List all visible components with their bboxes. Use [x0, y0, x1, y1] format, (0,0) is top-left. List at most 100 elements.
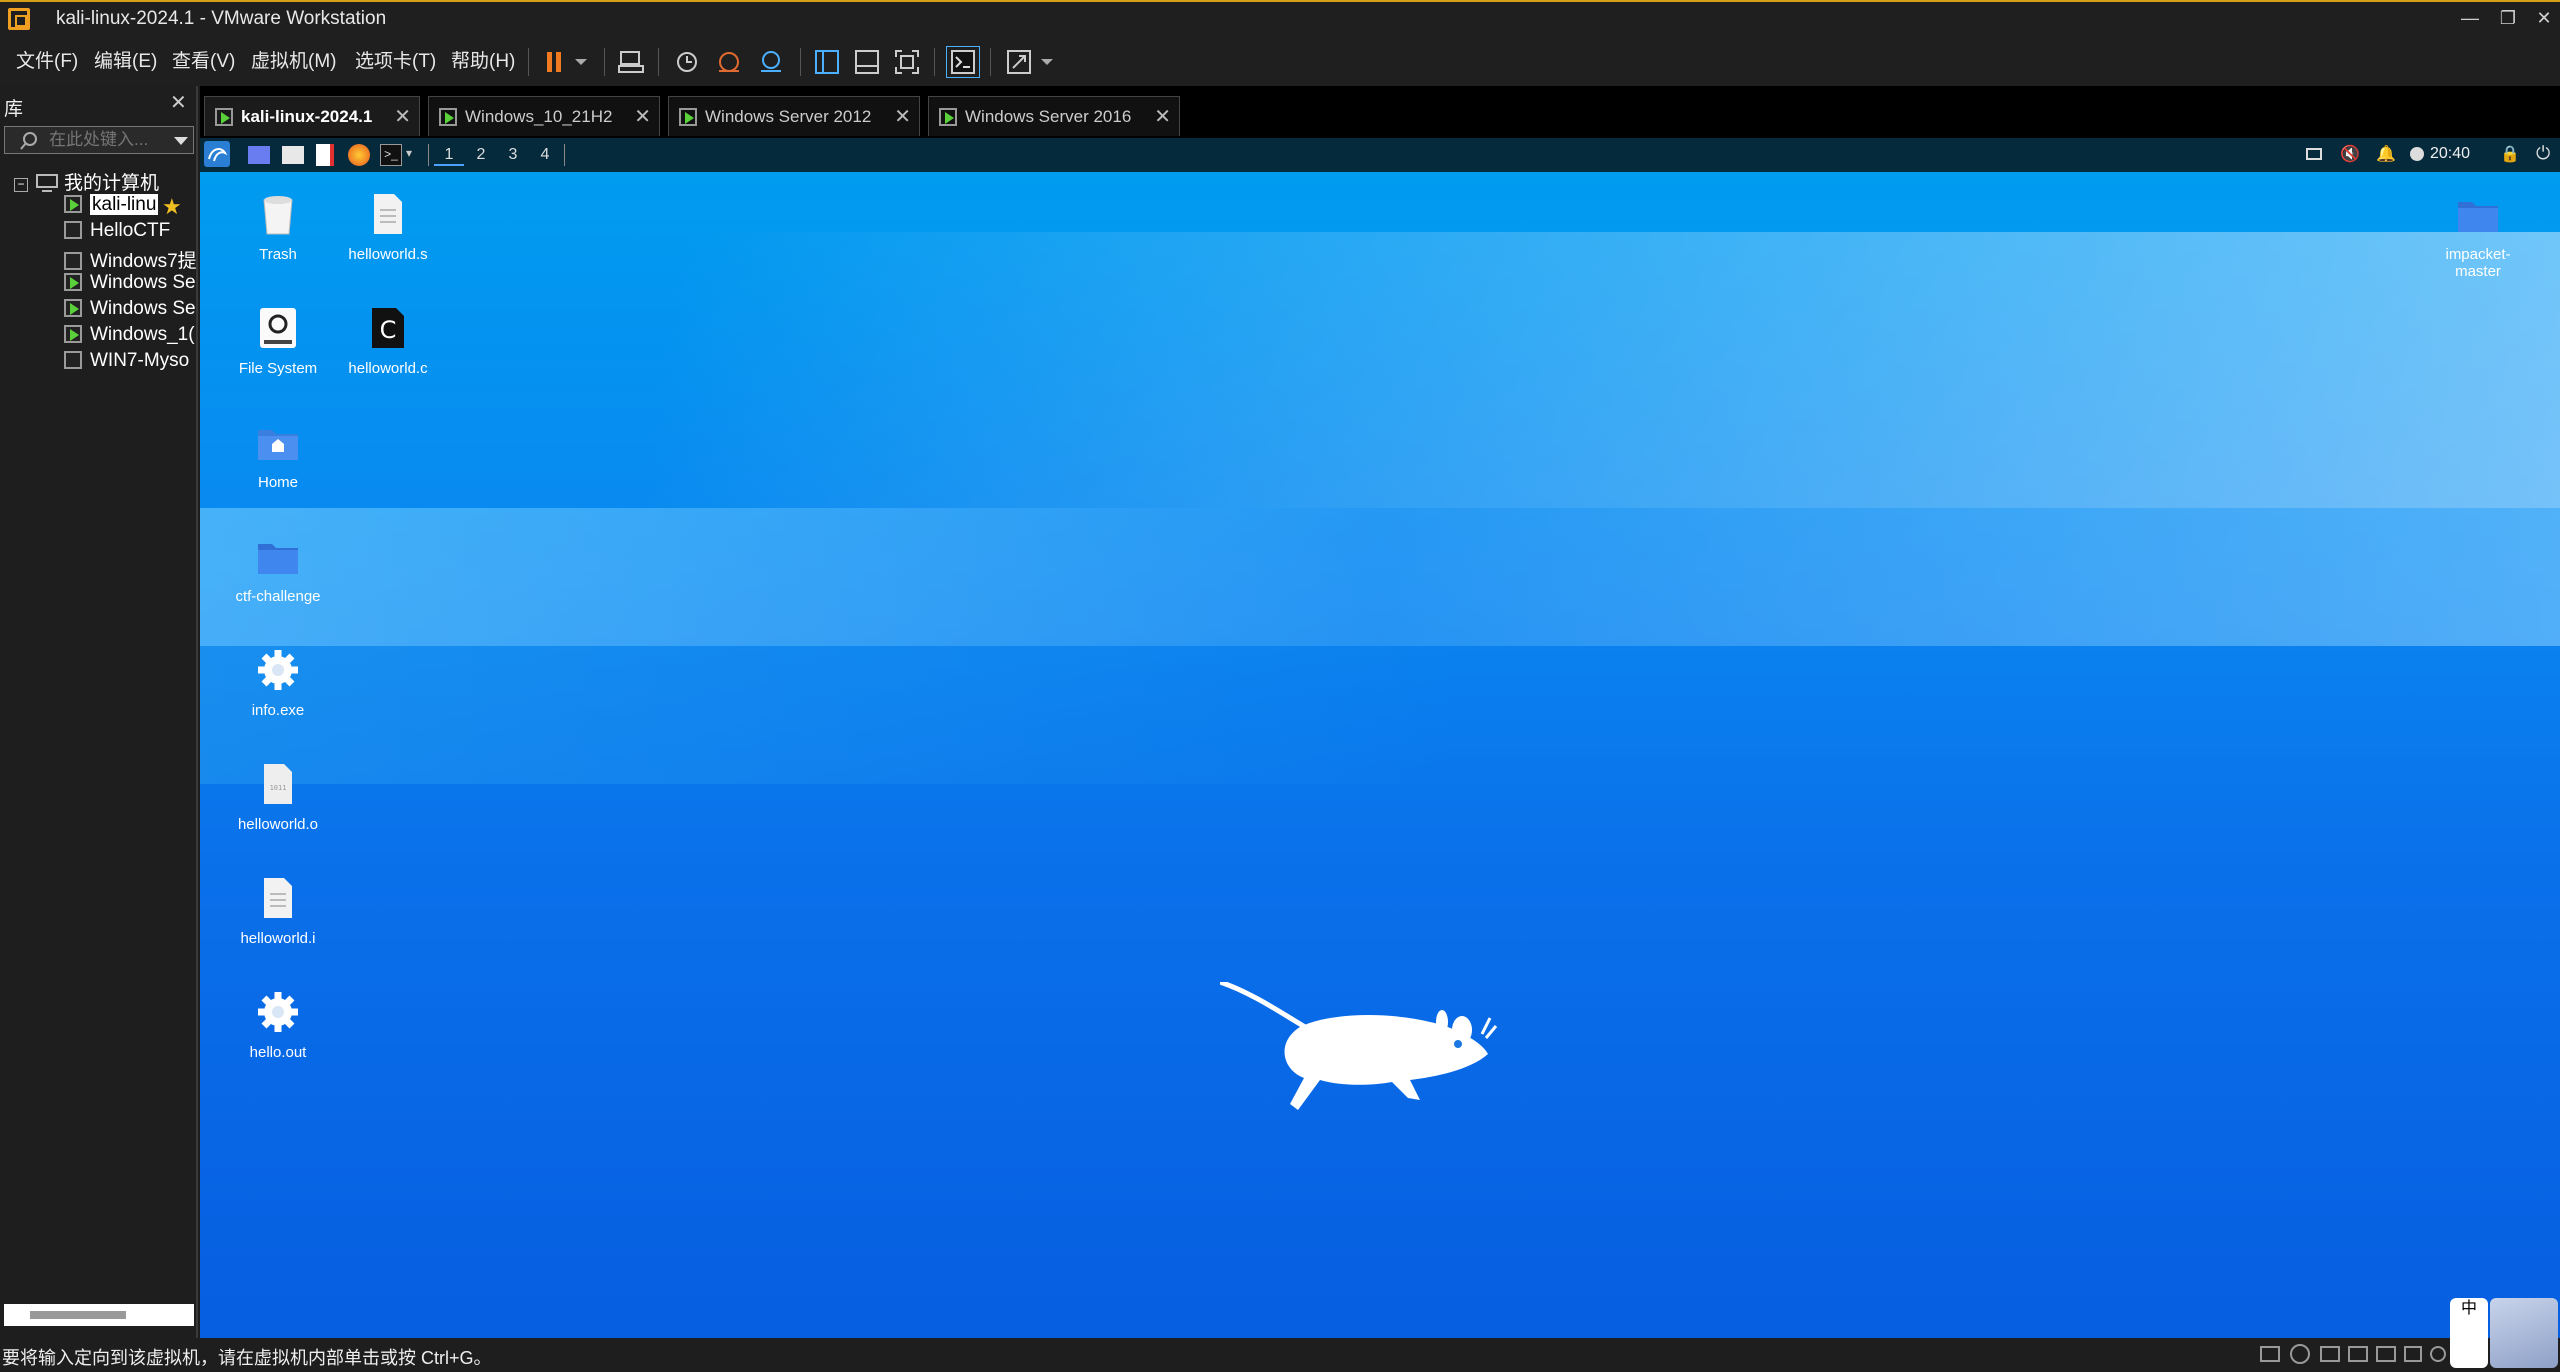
trash-icon — [263, 196, 293, 235]
show-library-button[interactable] — [810, 46, 844, 78]
revert-snapshot-button[interactable] — [712, 46, 746, 78]
tab-close-icon[interactable]: ✕ — [634, 104, 651, 129]
desktop-icon-label: helloworld.i — [240, 930, 316, 947]
display-settings-icon[interactable] — [2430, 1346, 2446, 1362]
xfce-desktop[interactable]: Trash helloworld.s File System C hellowo… — [200, 172, 2560, 1338]
toolbar-separator — [604, 48, 605, 76]
tree-vm-windows7[interactable]: Windows7提 — [64, 246, 198, 272]
desktop-icon-trash[interactable]: Trash — [228, 192, 328, 263]
tree-root-my-computer[interactable]: − 我的计算机 — [14, 168, 198, 194]
snapshot-manager-button[interactable] — [754, 46, 788, 78]
vm-display[interactable]: >_ ▾ 1 2 3 4 🔇 🔔 20:40 🔒 ⏻ Trash hellowo… — [200, 138, 2560, 1338]
tab-close-icon[interactable]: ✕ — [1154, 104, 1171, 129]
restore-button[interactable]: ❐ — [2494, 6, 2522, 30]
file-manager-icon[interactable] — [282, 146, 304, 164]
tab-close-icon[interactable]: ✕ — [394, 104, 411, 129]
text-editor-icon[interactable] — [316, 144, 334, 166]
library-close-button[interactable]: ✕ — [170, 90, 187, 115]
desktop-icon-ctf-challenge[interactable]: ctf-challenge — [228, 534, 328, 605]
tab-kali-linux[interactable]: kali-linux-2024.1 ✕ — [204, 96, 420, 136]
anime-avatar-widget[interactable] — [2490, 1298, 2558, 1368]
vm-tab-strip: kali-linux-2024.1 ✕ Windows_10_21H2 ✕ Wind… — [200, 86, 2560, 138]
display-icon[interactable] — [2306, 148, 2322, 160]
show-desktop-icon[interactable] — [248, 146, 270, 164]
search-icon — [20, 132, 37, 150]
library-horizontal-scrollbar[interactable] — [4, 1304, 194, 1326]
ime-indicator[interactable]: 中 — [2450, 1298, 2488, 1368]
desktop-icon-impacket-master[interactable]: impacket-master — [2426, 192, 2530, 280]
stretch-guest-button[interactable] — [1002, 46, 1036, 78]
workspace-3[interactable]: 3 — [498, 144, 528, 166]
tab-windows-10[interactable]: Windows_10_21H2 ✕ — [428, 96, 660, 136]
desktop-icon-helloworld-i[interactable]: helloworld.i — [228, 876, 328, 947]
mute-speaker-icon[interactable]: 🔇 — [2340, 144, 2360, 164]
desktop-icon-label: impacket-master — [2445, 246, 2511, 280]
stretch-dropdown-button[interactable] — [1036, 46, 1058, 78]
menu-edit[interactable]: 编辑(E) — [94, 46, 157, 73]
cd-dvd-icon[interactable] — [2290, 1344, 2310, 1364]
network-adapter-icon[interactable] — [2348, 1346, 2368, 1362]
tab-windows-server-2012[interactable]: Windows Server 2012 ✕ — [668, 96, 920, 136]
tab-close-icon[interactable]: ✕ — [894, 104, 911, 129]
network-adapter-icon[interactable] — [2320, 1346, 2340, 1362]
wallpaper-band — [200, 646, 1460, 784]
chevron-down-icon[interactable] — [173, 136, 189, 146]
terminal-icon — [951, 50, 975, 74]
workspace-4[interactable]: 4 — [530, 144, 560, 166]
tree-vm-windows-server-b[interactable]: Windows Se — [64, 298, 198, 324]
lock-screen-icon[interactable]: 🔒 — [2500, 144, 2520, 164]
collapse-toggle-icon[interactable]: − — [14, 178, 28, 192]
tree-vm-windows10[interactable]: Windows_1( — [64, 324, 198, 350]
fullscreen-icon — [895, 50, 919, 74]
menu-tabs[interactable]: 选项卡(T) — [355, 46, 436, 73]
desktop-icon-file-system[interactable]: File System — [228, 306, 328, 377]
send-ctrl-alt-del-button[interactable] — [614, 46, 648, 78]
library-search-input[interactable] — [49, 130, 167, 150]
tree-vm-windows-server-a[interactable]: Windows Se — [64, 272, 198, 298]
workspace-1[interactable]: 1 — [434, 144, 464, 166]
notification-bell-icon[interactable]: 🔔 — [2376, 144, 2396, 164]
desktop-icon-helloworld-s[interactable]: helloworld.s — [338, 192, 438, 263]
chevron-down-icon — [575, 59, 587, 65]
dragon-logo-icon — [208, 148, 228, 162]
sound-card-icon[interactable] — [2404, 1346, 2422, 1362]
desktop-icon-info-exe[interactable]: info.exe — [228, 648, 328, 719]
pause-vm-button[interactable] — [538, 46, 572, 78]
terminal-icon[interactable]: >_ — [380, 144, 402, 166]
usb-device-icon[interactable] — [2376, 1346, 2396, 1362]
menu-help[interactable]: 帮助(H) — [451, 46, 515, 73]
tab-windows-server-2016[interactable]: Windows Server 2016 ✕ — [928, 96, 1180, 136]
full-screen-button[interactable] — [890, 46, 924, 78]
snapshot-button[interactable] — [670, 46, 704, 78]
menu-vm[interactable]: 虚拟机(M) — [251, 46, 336, 73]
workspace-2[interactable]: 2 — [466, 144, 496, 166]
wallpaper-band — [200, 508, 2560, 646]
firefox-icon[interactable] — [348, 144, 370, 166]
chevron-down-icon[interactable]: ▾ — [406, 146, 412, 160]
vm-running-icon — [64, 325, 82, 343]
close-button[interactable]: ✕ — [2530, 6, 2558, 30]
tree-vm-win7-mysql[interactable]: WIN7-Myso — [64, 350, 198, 376]
kali-menu-icon[interactable] — [204, 141, 230, 167]
console-view-button[interactable] — [946, 46, 980, 78]
menu-view[interactable]: 查看(V) — [172, 46, 235, 73]
pause-icon — [547, 52, 561, 72]
desktop-icon-home[interactable]: Home — [228, 420, 328, 491]
power-dropdown-button[interactable] — [570, 46, 592, 78]
scrollbar-thumb[interactable] — [30, 1311, 126, 1319]
panel-clock[interactable]: 20:40 — [2430, 145, 2470, 163]
minimize-button[interactable]: — — [2456, 6, 2484, 30]
title-bar: kali-linux-2024.1 - VMware Workstation —… — [0, 0, 2560, 36]
computer-icon — [36, 174, 58, 192]
vm-running-icon — [439, 108, 457, 126]
tree-vm-helloctf[interactable]: HelloCTF — [64, 220, 198, 246]
text-file-icon — [374, 194, 402, 234]
desktop-icon-helloworld-o[interactable]: 1011 helloworld.o — [228, 762, 328, 833]
power-icon[interactable]: ⏻ — [2536, 143, 2550, 164]
thumbnail-bar-button[interactable] — [850, 46, 884, 78]
desktop-icon-hello-out[interactable]: hello.out — [228, 990, 328, 1061]
menu-file[interactable]: 文件(F) — [16, 46, 78, 73]
hard-disk-icon[interactable] — [2260, 1346, 2280, 1362]
desktop-icon-helloworld-c[interactable]: C helloworld.c — [338, 306, 438, 377]
home-folder-icon — [258, 430, 298, 460]
